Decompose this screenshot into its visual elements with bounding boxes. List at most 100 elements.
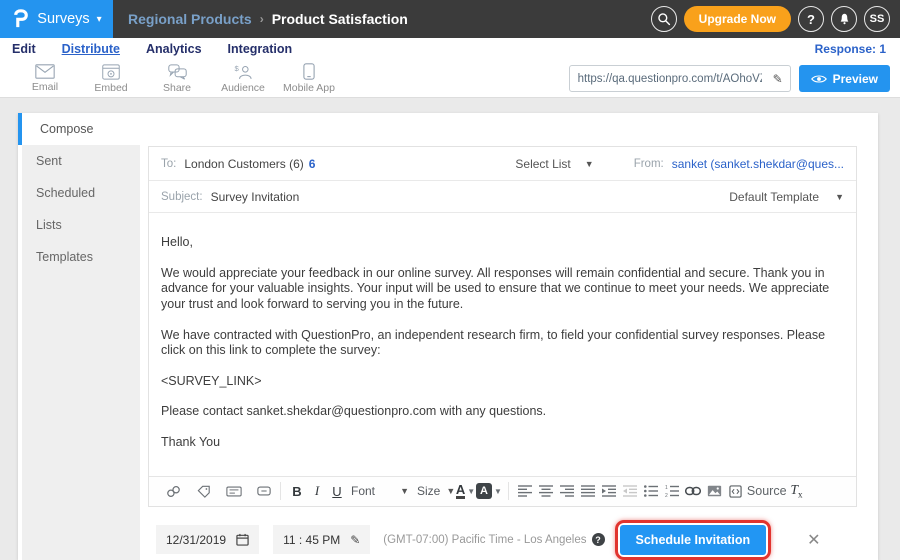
keyboard-icon — [226, 486, 242, 497]
align-center-icon — [539, 485, 553, 497]
distribute-toolbar: Email Embed Share $ Audience Mobile App … — [0, 60, 900, 98]
schedule-row: 12/31/2019 11 : 45 PM ✎ (GMT-07:00) Paci… — [148, 520, 857, 560]
from-value[interactable]: sanket (sanket.shekdar@ques... — [672, 157, 844, 171]
bold-button[interactable]: B — [287, 484, 307, 499]
survey-nav: Edit Distribute Analytics Integration Re… — [0, 38, 900, 60]
justify-icon — [581, 485, 595, 497]
breadcrumb-current: Product Satisfaction — [272, 11, 408, 27]
align-center-button[interactable] — [536, 480, 557, 502]
top-header: Surveys ▾ Regional Products › Product Sa… — [0, 0, 900, 38]
response-count[interactable]: Response: 1 — [815, 42, 886, 56]
time-value: 11 : 45 PM — [283, 533, 340, 547]
date-field[interactable]: 12/31/2019 — [156, 525, 259, 554]
email-body-editor[interactable]: Hello, We would appreciate your feedback… — [149, 213, 856, 476]
sidebar-item-compose-label: Compose — [40, 122, 94, 136]
time-field[interactable]: 11 : 45 PM ✎ — [273, 525, 370, 554]
timezone-text: (GMT-07:00) Pacific Time - Los Angeles ? — [383, 533, 604, 546]
survey-url-input[interactable] — [570, 66, 766, 91]
insert-image-button[interactable] — [704, 480, 725, 502]
avatar-initials: SS — [870, 13, 885, 25]
sidebar-item-templates[interactable]: Templates — [22, 241, 140, 273]
body-paragraph: Hello, — [161, 235, 844, 251]
select-list-dropdown[interactable]: Select List ▼ — [515, 157, 593, 171]
text-color-button[interactable]: A▼ — [455, 480, 476, 502]
tab-integration[interactable]: Integration — [228, 42, 293, 56]
remove-format-button[interactable]: Tx — [791, 482, 803, 500]
svg-text:$: $ — [235, 64, 240, 73]
tab-distribute[interactable]: Distribute — [62, 42, 120, 56]
pencil-icon: ✎ — [350, 533, 360, 547]
eye-icon — [811, 74, 827, 84]
channel-audience[interactable]: $ Audience — [210, 64, 276, 94]
user-avatar[interactable]: SS — [864, 6, 890, 32]
to-label: To: — [161, 158, 176, 170]
preview-button[interactable]: Preview — [799, 65, 890, 92]
embed-icon — [102, 64, 120, 80]
align-right-button[interactable] — [557, 480, 578, 502]
background-color-button[interactable]: A▼ — [476, 480, 502, 502]
share-icon — [168, 64, 187, 80]
tab-analytics[interactable]: Analytics — [146, 42, 202, 56]
schedule-invitation-button[interactable]: Schedule Invitation — [620, 525, 767, 555]
questionpro-logo-icon — [11, 8, 30, 30]
body-paragraph: We have contracted with QuestionPro, an … — [161, 328, 844, 359]
channel-mobile-app[interactable]: Mobile App — [276, 63, 342, 94]
tab-edit[interactable]: Edit — [12, 42, 36, 56]
anchor-link-button[interactable] — [163, 480, 184, 502]
tag-button[interactable] — [193, 480, 214, 502]
surveys-menu[interactable]: Surveys ▾ — [0, 0, 113, 38]
close-icon[interactable]: ✕ — [807, 530, 820, 550]
align-left-button[interactable] — [515, 480, 536, 502]
insert-link-button[interactable] — [683, 480, 704, 502]
notifications-button[interactable] — [831, 6, 857, 32]
help-button[interactable]: ? — [798, 6, 824, 32]
body-paragraph: We would appreciate your feedback in our… — [161, 266, 844, 313]
decrease-indent-button[interactable] — [620, 480, 641, 502]
italic-button[interactable]: I — [307, 483, 327, 499]
subject-row: Subject: Survey Invitation Default Templ… — [149, 181, 856, 213]
subject-value[interactable]: Survey Invitation — [211, 190, 300, 204]
source-doc-icon — [729, 485, 742, 498]
image-icon — [707, 485, 722, 497]
upgrade-now-button[interactable]: Upgrade Now — [684, 6, 791, 32]
distribute-card: Compose Sent Scheduled Lists Templates T… — [18, 113, 878, 560]
channel-email[interactable]: Email — [12, 64, 78, 93]
edit-url-icon[interactable]: ✎ — [766, 72, 790, 86]
toolbar-divider — [508, 482, 509, 500]
sidebar-item-lists[interactable]: Lists — [22, 209, 140, 241]
search-button[interactable] — [651, 6, 677, 32]
increase-indent-button[interactable] — [599, 480, 620, 502]
font-dropdown[interactable]: Font ▼ — [347, 484, 413, 498]
sidebar-item-compose[interactable]: Compose — [18, 113, 878, 145]
channel-mobile-app-label: Mobile App — [283, 82, 335, 94]
tag-icon — [197, 485, 211, 498]
bell-icon — [838, 12, 851, 26]
outdent-icon — [623, 485, 637, 497]
template-dropdown-label: Default Template — [729, 190, 819, 204]
template-dropdown[interactable]: Default Template ▼ — [729, 190, 844, 204]
chevron-down-icon: ▼ — [835, 192, 844, 202]
audience-icon: $ — [233, 64, 253, 80]
chevron-down-icon: ▾ — [97, 14, 102, 25]
survey-url-field: ✎ — [569, 65, 791, 92]
numbered-list-button[interactable]: 12 — [662, 480, 683, 502]
numbered-list-icon: 12 — [665, 485, 679, 497]
merge-field-button[interactable] — [223, 480, 244, 502]
channel-share[interactable]: Share — [144, 64, 210, 94]
date-value: 12/31/2019 — [166, 533, 226, 547]
button-insert-button[interactable] — [253, 480, 274, 502]
justify-button[interactable] — [578, 480, 599, 502]
toolbar-divider — [280, 482, 281, 500]
breadcrumb-parent[interactable]: Regional Products — [128, 11, 252, 27]
underline-button[interactable]: U — [327, 484, 347, 499]
source-button[interactable]: Source — [729, 484, 787, 498]
channel-embed[interactable]: Embed — [78, 64, 144, 94]
sidebar-item-scheduled[interactable]: Scheduled — [22, 177, 140, 209]
timezone-help-icon[interactable]: ? — [592, 533, 605, 546]
sidebar-item-sent[interactable]: Sent — [22, 145, 140, 177]
size-dropdown[interactable]: Size ▼ — [413, 484, 455, 498]
recipient-count[interactable]: 6 — [309, 157, 316, 171]
bullet-list-button[interactable] — [641, 480, 662, 502]
link-icon — [685, 486, 701, 496]
to-value[interactable]: London Customers (6) — [184, 157, 303, 171]
